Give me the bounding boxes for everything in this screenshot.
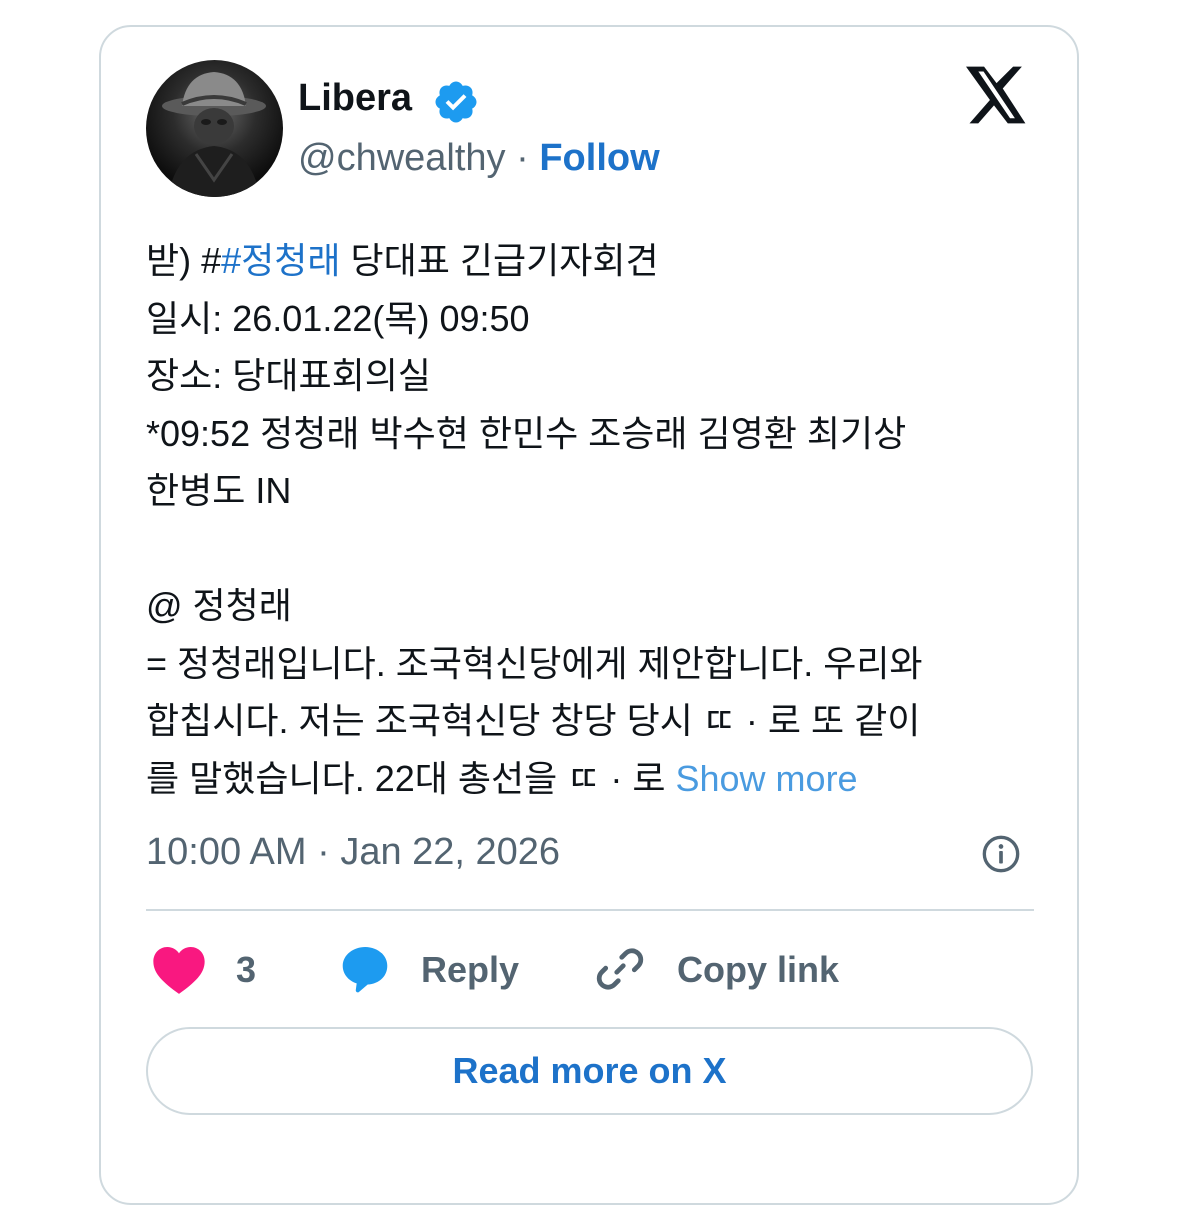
- read-more-button[interactable]: Read more on X: [146, 1027, 1033, 1115]
- tweet-line-prefix: 받) #: [146, 240, 222, 281]
- tweet-line-suffix: 당대표 긴급기자회견: [340, 240, 659, 281]
- heart-icon[interactable]: [152, 944, 206, 996]
- author-name[interactable]: Libera: [298, 74, 412, 122]
- tweet-line-text: 를 말했습니다. 22대 총선을 ㄸ · 로: [146, 757, 676, 799]
- avatar[interactable]: [146, 60, 283, 197]
- reply-button[interactable]: Reply: [421, 946, 519, 994]
- verified-badge-icon: [435, 81, 477, 123]
- tweet-line: 일시: 26.01.22(목) 09:50: [146, 297, 530, 339]
- copy-link-button[interactable]: Copy link: [677, 946, 839, 994]
- tweet-line: 합칩시다. 저는 조국혁신당 창당 당시 ㄸ · 로 또 같이: [146, 700, 921, 741]
- tweet-line: = 정청래입니다. 조국혁신당에게 제안합니다. 우리와: [146, 642, 923, 684]
- divider: [146, 909, 1034, 911]
- tweet-line: 한병도 IN: [146, 470, 292, 511]
- author-handle[interactable]: @chwealthy: [298, 137, 506, 179]
- show-more-link[interactable]: Show more: [676, 758, 858, 799]
- hashtag-link[interactable]: #정청래: [221, 240, 340, 281]
- link-icon[interactable]: [594, 943, 646, 995]
- tweet-line: @ 정청래: [146, 585, 292, 626]
- tweet-timestamp[interactable]: 10:00 AM · Jan 22, 2026: [146, 826, 560, 878]
- tweet-line: *09:52 정청래 박수현 한민수 조승래 김영환 최기상: [146, 412, 907, 454]
- tweet-text: 받) ##정청래 당대표 긴급기자회견 일시: 26.01.22(목) 09:5…: [146, 232, 1026, 807]
- handle-separator: ·: [516, 137, 529, 179]
- handle-line: @chwealthy · Follow: [298, 134, 660, 182]
- like-count[interactable]: 3: [236, 946, 256, 994]
- follow-button[interactable]: Follow: [539, 137, 659, 179]
- x-logo-icon[interactable]: [966, 66, 1028, 124]
- reply-icon[interactable]: [338, 942, 392, 996]
- tweet-line: 받) ##정청래 당대표 긴급기자회견: [146, 232, 1026, 290]
- tweet-line: 장소: 당대표회의실: [146, 355, 431, 396]
- info-icon[interactable]: [981, 834, 1021, 874]
- tweet-line: 를 말했습니다. 22대 총선을 ㄸ · 로 Show more: [146, 750, 1026, 808]
